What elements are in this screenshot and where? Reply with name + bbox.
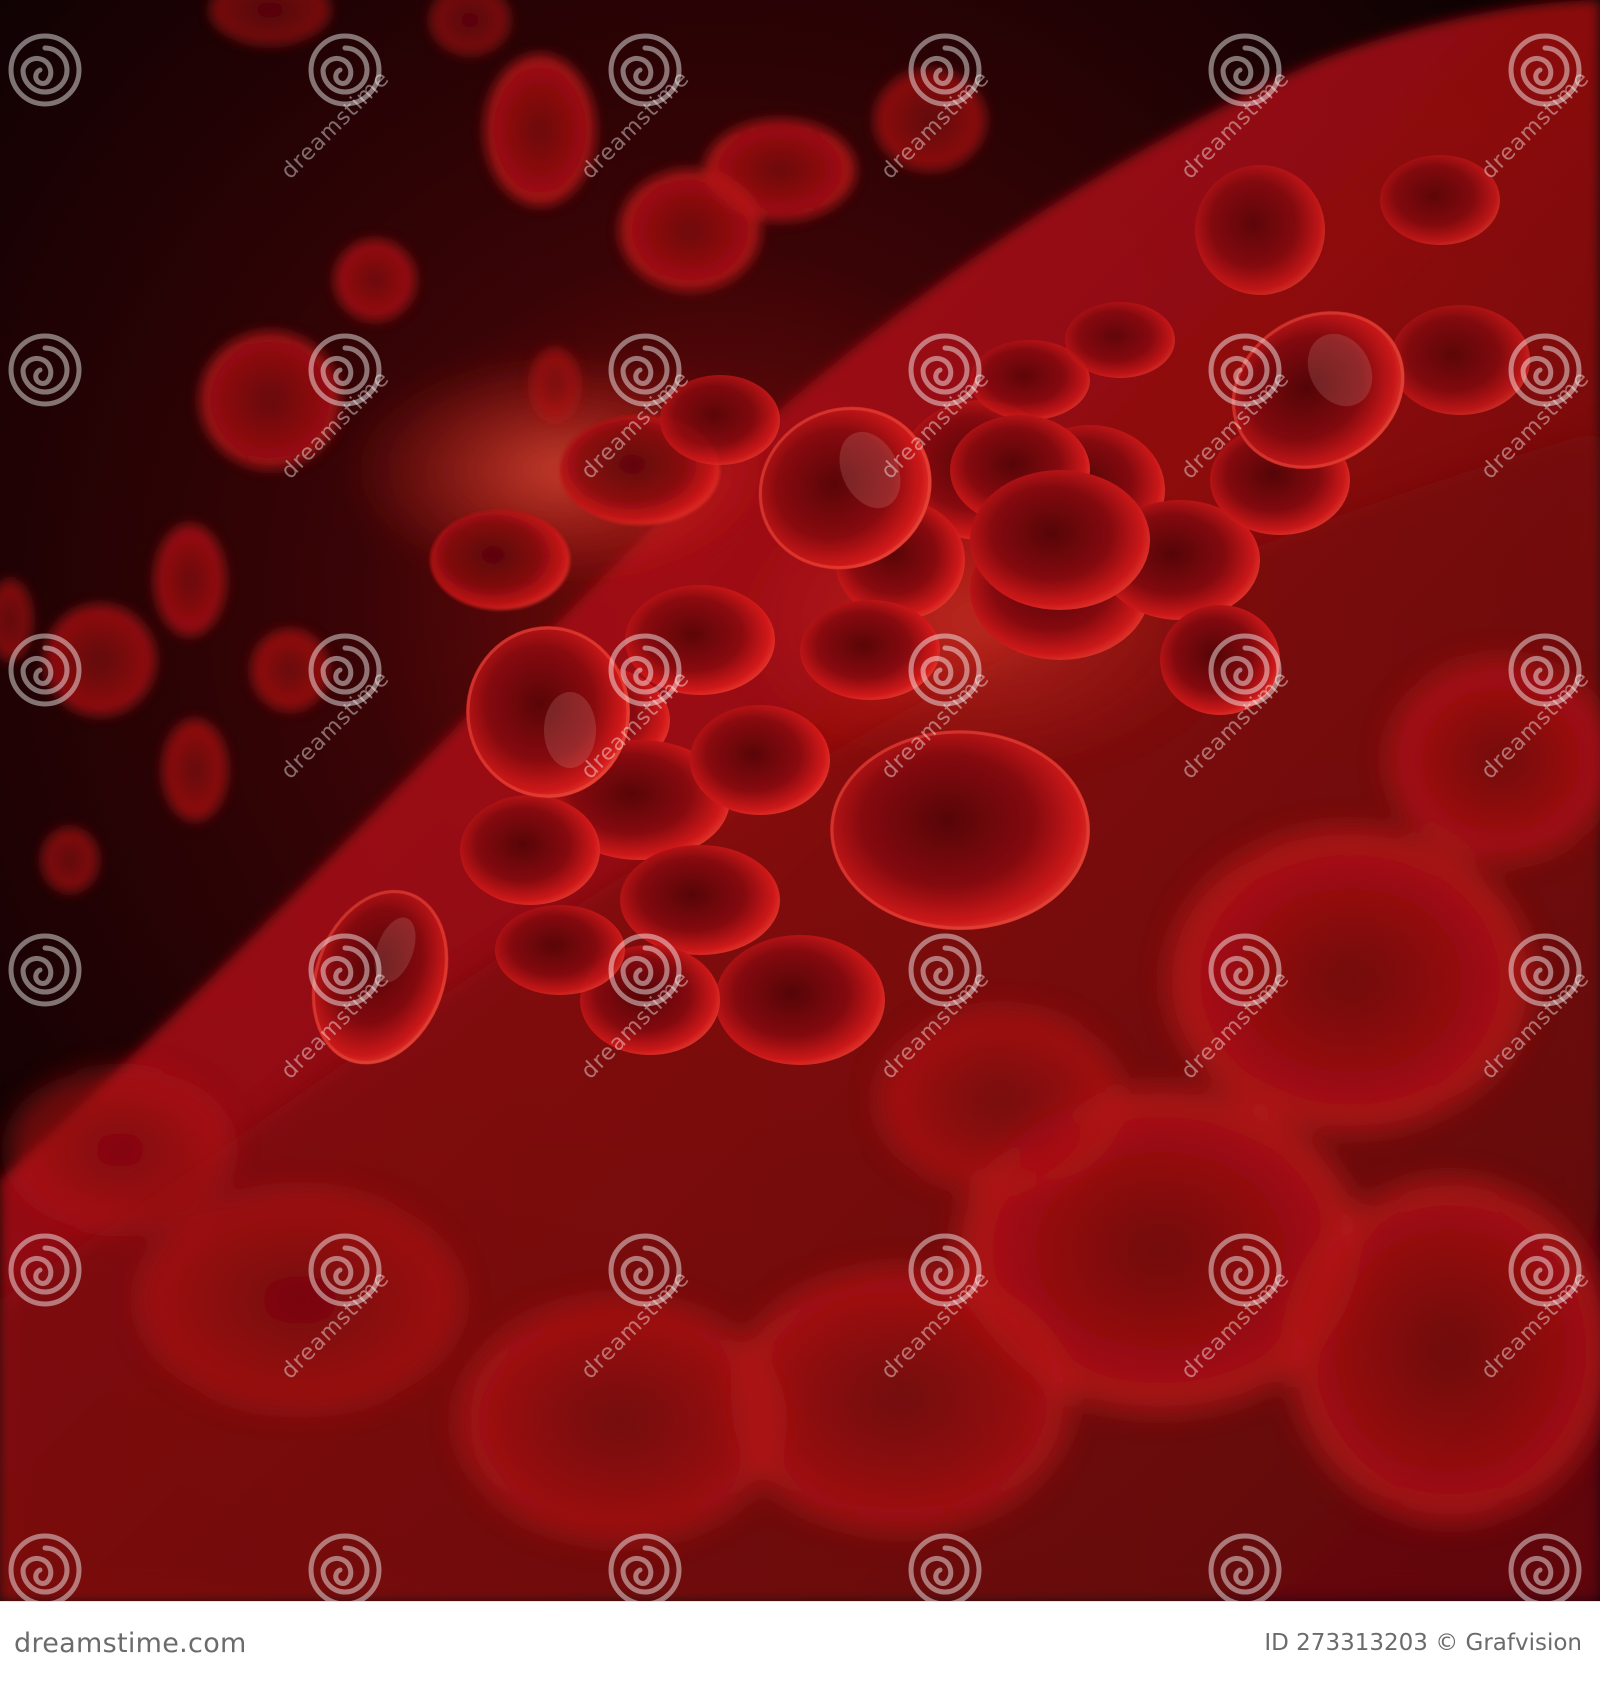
image-credit: ID 273313203 © Grafvision (1264, 1630, 1582, 1656)
author-name[interactable]: Grafvision (1466, 1630, 1583, 1656)
footer-bar: dreamstime.com ID 273313203 © Grafvision (0, 1601, 1600, 1690)
id-label: ID (1264, 1630, 1289, 1656)
blood-cells-image: dreamstime dreamstime dreamstime dreamstime… (0, 0, 1600, 1601)
blood-cells-illustration (0, 0, 1600, 1601)
image-id-number: 273313203 (1296, 1630, 1428, 1656)
copyright-symbol: © (1435, 1630, 1459, 1656)
stock-photo-frame: dreamstime dreamstime dreamstime dreamstime… (0, 0, 1600, 1690)
brand-logo-text[interactable]: dreamstime.com (14, 1628, 247, 1659)
